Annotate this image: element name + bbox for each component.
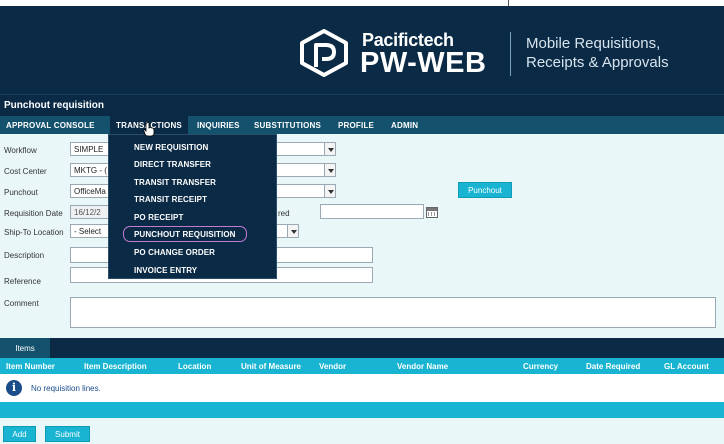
col-date-required: Date Required	[586, 362, 641, 371]
col-vendor: Vendor	[319, 362, 347, 371]
nav-inquiries[interactable]: INQUIRIES	[197, 121, 240, 130]
punchout-dropdown-icon[interactable]	[324, 184, 336, 198]
cost-center-dropdown-icon[interactable]	[324, 163, 336, 177]
menu-item-po-change-order[interactable]: PO CHANGE ORDER	[134, 248, 215, 257]
menu-item-po-receipt[interactable]: PO RECEIPT	[134, 213, 183, 222]
date-required-label: red	[278, 209, 290, 218]
pacifictech-logo-icon	[300, 29, 348, 77]
brand-divider	[510, 32, 511, 76]
comment-label: Comment	[4, 299, 39, 308]
col-currency: Currency	[523, 362, 559, 371]
app-header: Pacifictech PW-WEB Mobile Requisitions, …	[0, 6, 724, 94]
submit-button[interactable]: Submit	[45, 426, 90, 442]
punchout-label: Punchout	[4, 188, 38, 197]
calendar-icon[interactable]	[426, 207, 438, 218]
empty-message: No requisition lines.	[31, 384, 101, 393]
items-tab[interactable]: Items	[0, 338, 50, 358]
brand-product: PW-WEB	[360, 47, 487, 79]
ship-to-label: Ship-To Location	[4, 228, 64, 237]
items-table-header: Item Number Item Description Location Un…	[0, 358, 724, 374]
col-item-description: Item Description	[84, 362, 147, 371]
menu-item-transit-receipt[interactable]: TRANSIT RECEIPT	[134, 195, 207, 204]
hand-cursor-icon	[143, 122, 155, 137]
nav-substitutions[interactable]: SUBSTITUTIONS	[254, 121, 321, 130]
description-label: Description	[4, 251, 45, 260]
main-nav: APPROVAL CONSOLE TRANSACTIONS INQUIRIES …	[0, 116, 724, 134]
page-title: Punchout requisition	[4, 100, 104, 111]
menu-item-invoice-entry[interactable]: INVOICE ENTRY	[134, 266, 197, 275]
menu-item-transit-transfer[interactable]: TRANSIT TRANSFER	[134, 178, 216, 187]
menu-item-direct-transfer[interactable]: DIRECT TRANSFER	[134, 160, 211, 169]
col-vendor-name: Vendor Name	[397, 362, 449, 371]
menu-item-punchout-requisition[interactable]: PUNCHOUT REQUISITION	[134, 230, 236, 239]
brand-tagline: Mobile Requisitions, Receipts & Approval…	[526, 34, 669, 72]
comment-textarea[interactable]	[70, 297, 716, 328]
col-item-number: Item Number	[6, 362, 55, 371]
workflow-label: Workflow	[4, 146, 37, 155]
nav-approval-console[interactable]: APPROVAL CONSOLE	[6, 121, 95, 130]
add-button[interactable]: Add	[3, 426, 36, 442]
workflow-dropdown-icon[interactable]	[324, 142, 336, 156]
date-required-input[interactable]	[320, 204, 424, 219]
items-empty-row	[0, 374, 724, 402]
page-title-bar: Punchout requisition	[0, 94, 724, 116]
ship-to-dropdown-icon[interactable]	[287, 224, 299, 238]
tagline-line1: Mobile Requisitions,	[526, 35, 661, 52]
punchout-button[interactable]: Punchout	[458, 182, 512, 198]
nav-profile[interactable]: PROFILE	[338, 121, 374, 130]
reference-label: Reference	[4, 277, 41, 286]
menu-item-new-requisition[interactable]: NEW REQUISITION	[134, 143, 208, 152]
nav-admin[interactable]: ADMIN	[391, 121, 418, 130]
tagline-line2: Receipts & Approvals	[526, 54, 669, 71]
transactions-menu: NEW REQUISITION DIRECT TRANSFER TRANSIT …	[108, 134, 277, 279]
col-location: Location	[178, 362, 212, 371]
cost-center-label: Cost Center	[4, 167, 47, 176]
info-icon: i	[6, 380, 22, 396]
requisition-date-label: Requisition Date	[4, 209, 63, 218]
col-gl-account: GL Account	[664, 362, 709, 371]
items-table-footer	[0, 402, 724, 418]
items-tabbar: Items	[0, 338, 724, 358]
col-unit-of-measure: Unit of Measure	[241, 362, 302, 371]
